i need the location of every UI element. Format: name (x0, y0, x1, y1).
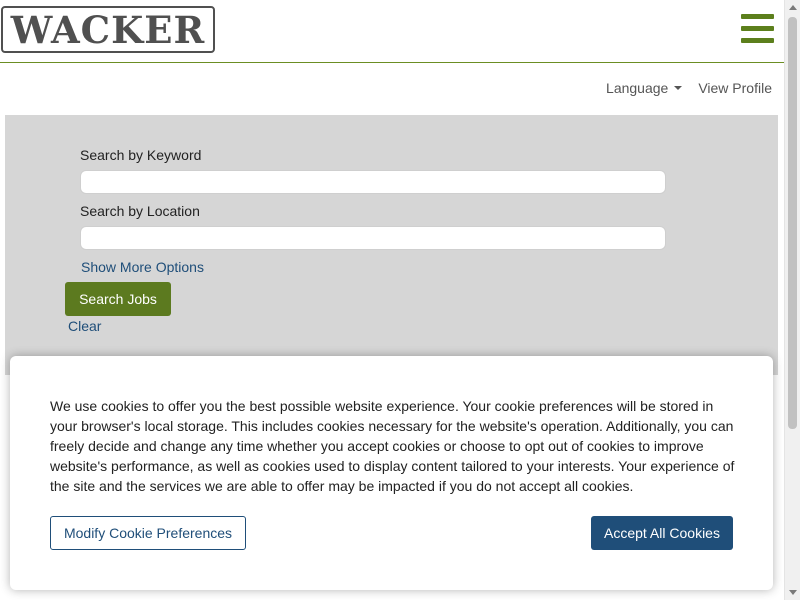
show-more-options-link[interactable]: Show More Options (81, 259, 204, 275)
page-scrollbar[interactable] (784, 0, 800, 600)
view-profile-link[interactable]: View Profile (698, 80, 772, 96)
modify-cookie-preferences-button[interactable]: Modify Cookie Preferences (50, 516, 246, 550)
scroll-down-icon[interactable] (789, 590, 797, 595)
scrollbar-thumb[interactable] (788, 17, 797, 429)
keyword-input[interactable] (80, 170, 666, 194)
language-label: Language (606, 80, 669, 96)
cookie-notice-text: We use cookies to offer you the best pos… (50, 398, 735, 494)
hamburger-menu-icon[interactable] (741, 14, 774, 43)
language-dropdown[interactable]: Language (606, 80, 683, 96)
search-jobs-button[interactable]: Search Jobs (65, 282, 171, 316)
scroll-up-icon[interactable] (789, 5, 797, 10)
site-header: WACKER (0, 0, 784, 63)
job-search-panel: Search by Keyword Search by Location Sho… (5, 115, 778, 375)
cookie-banner: We use cookies to offer you the best pos… (10, 356, 773, 590)
logo-text: WACKER (10, 7, 206, 52)
location-label: Search by Location (80, 203, 200, 219)
caret-down-icon (674, 86, 683, 90)
utility-bar: Language View Profile (606, 80, 772, 96)
clear-link[interactable]: Clear (68, 318, 101, 334)
keyword-label: Search by Keyword (80, 147, 202, 163)
wacker-logo[interactable]: WACKER (1, 6, 215, 53)
location-input[interactable] (80, 226, 666, 250)
accept-all-cookies-button[interactable]: Accept All Cookies (591, 516, 733, 550)
